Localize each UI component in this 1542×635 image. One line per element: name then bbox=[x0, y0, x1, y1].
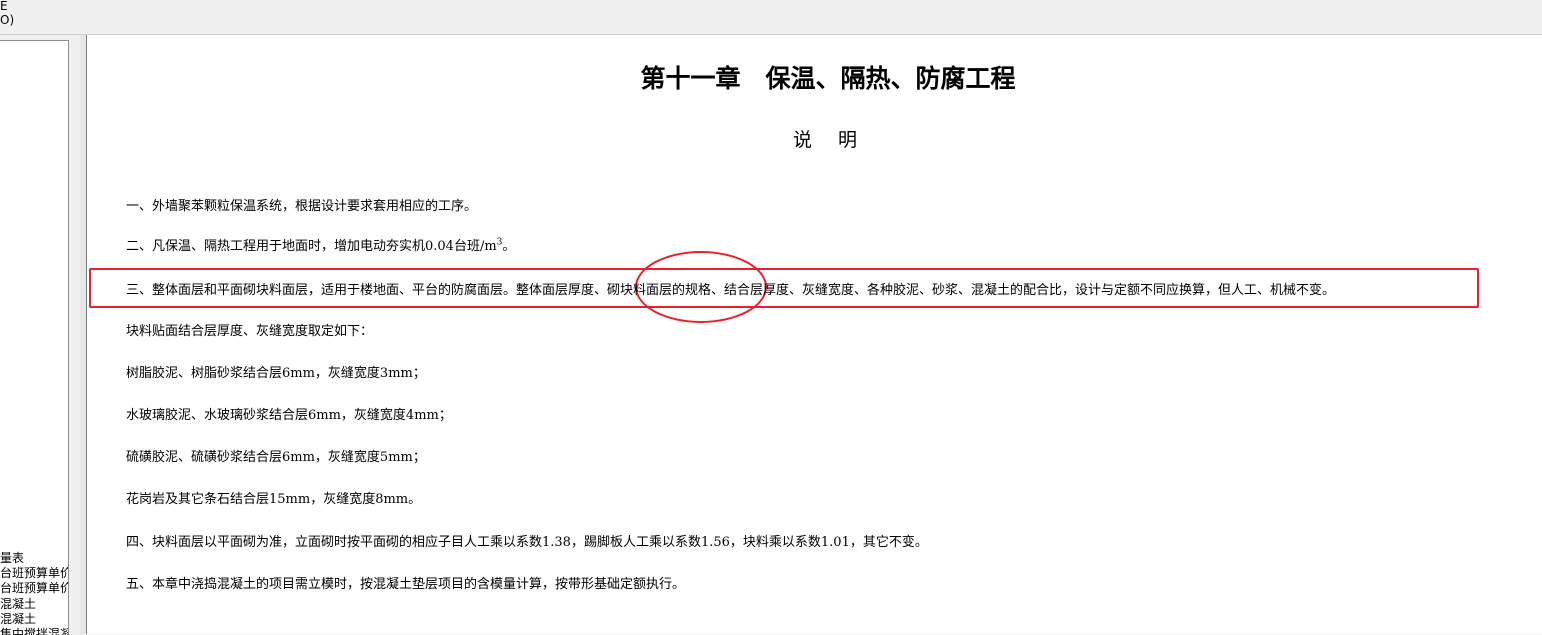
paragraph-4: 块料贴面结合层厚度、灰缝宽度取定如下： bbox=[126, 324, 374, 339]
paragraph-2-end: 。 bbox=[502, 239, 516, 254]
tree-item[interactable]: 台班预算单价 bbox=[0, 581, 68, 596]
tree-item[interactable]: 量表 bbox=[0, 551, 24, 566]
window-menubar: E O) bbox=[0, 0, 1542, 35]
paragraph-10: 五、本章中浇捣混凝土的项目需立模时，按混凝土垫层项目的含模量计算，按带形基础定额… bbox=[126, 577, 686, 592]
paragraph-3: 三、整体面层和平面砌块料面层，适用于楼地面、平台的防腐面层。整体面层厚度、砌块料… bbox=[126, 283, 1336, 298]
chapter-title: 第十一章 保温、隔热、防腐工程 bbox=[640, 64, 1016, 93]
tree-item[interactable]: 混凝土 bbox=[0, 597, 36, 612]
paragraph-2-text: 二、凡保温、隔热工程用于地面时，增加电动夯实机0.04台班/m bbox=[126, 239, 497, 254]
paragraph-6: 水玻璃胶泥、水玻璃砂浆结合层6mm，灰缝宽度4mm； bbox=[126, 408, 452, 423]
menu-fragment-bottom[interactable]: O) bbox=[0, 14, 14, 26]
paragraph-9: 四、块料面层以平面砌为准，立面砌时按平面砌的相应子目人工乘以系数1.38，踢脚板… bbox=[126, 535, 928, 550]
tree-item[interactable]: 台班预算单价 bbox=[0, 566, 68, 581]
tree-item[interactable]: 混凝土 bbox=[0, 612, 36, 627]
document-viewer: 第十一章 保温、隔热、防腐工程 说明 一、外墙聚苯颗粒保温系统，根据设计要求套用… bbox=[86, 35, 1542, 634]
paragraph-7: 硫磺胶泥、硫磺砂浆结合层6mm，灰缝宽度5mm； bbox=[126, 450, 426, 465]
paragraph-2: 二、凡保温、隔热工程用于地面时，增加电动夯实机0.04台班/m3。 bbox=[126, 235, 515, 254]
section-subtitle: 说明 bbox=[792, 129, 883, 151]
paragraph-5: 树脂胶泥、树脂砂浆结合层6mm，灰缝宽度3mm； bbox=[126, 366, 426, 381]
menu-fragment-top[interactable]: E bbox=[0, 0, 8, 12]
chapter-tree[interactable]: 量表 台班预算单价 台班预算单价 混凝土 混凝土 集中搅拌混凝 bbox=[0, 40, 69, 635]
paragraph-1: 一、外墙聚苯颗粒保温系统，根据设计要求套用相应的工序。 bbox=[126, 199, 478, 214]
paragraph-8: 花岗岩及其它条石结合层15mm，灰缝宽度8mm。 bbox=[126, 492, 422, 507]
